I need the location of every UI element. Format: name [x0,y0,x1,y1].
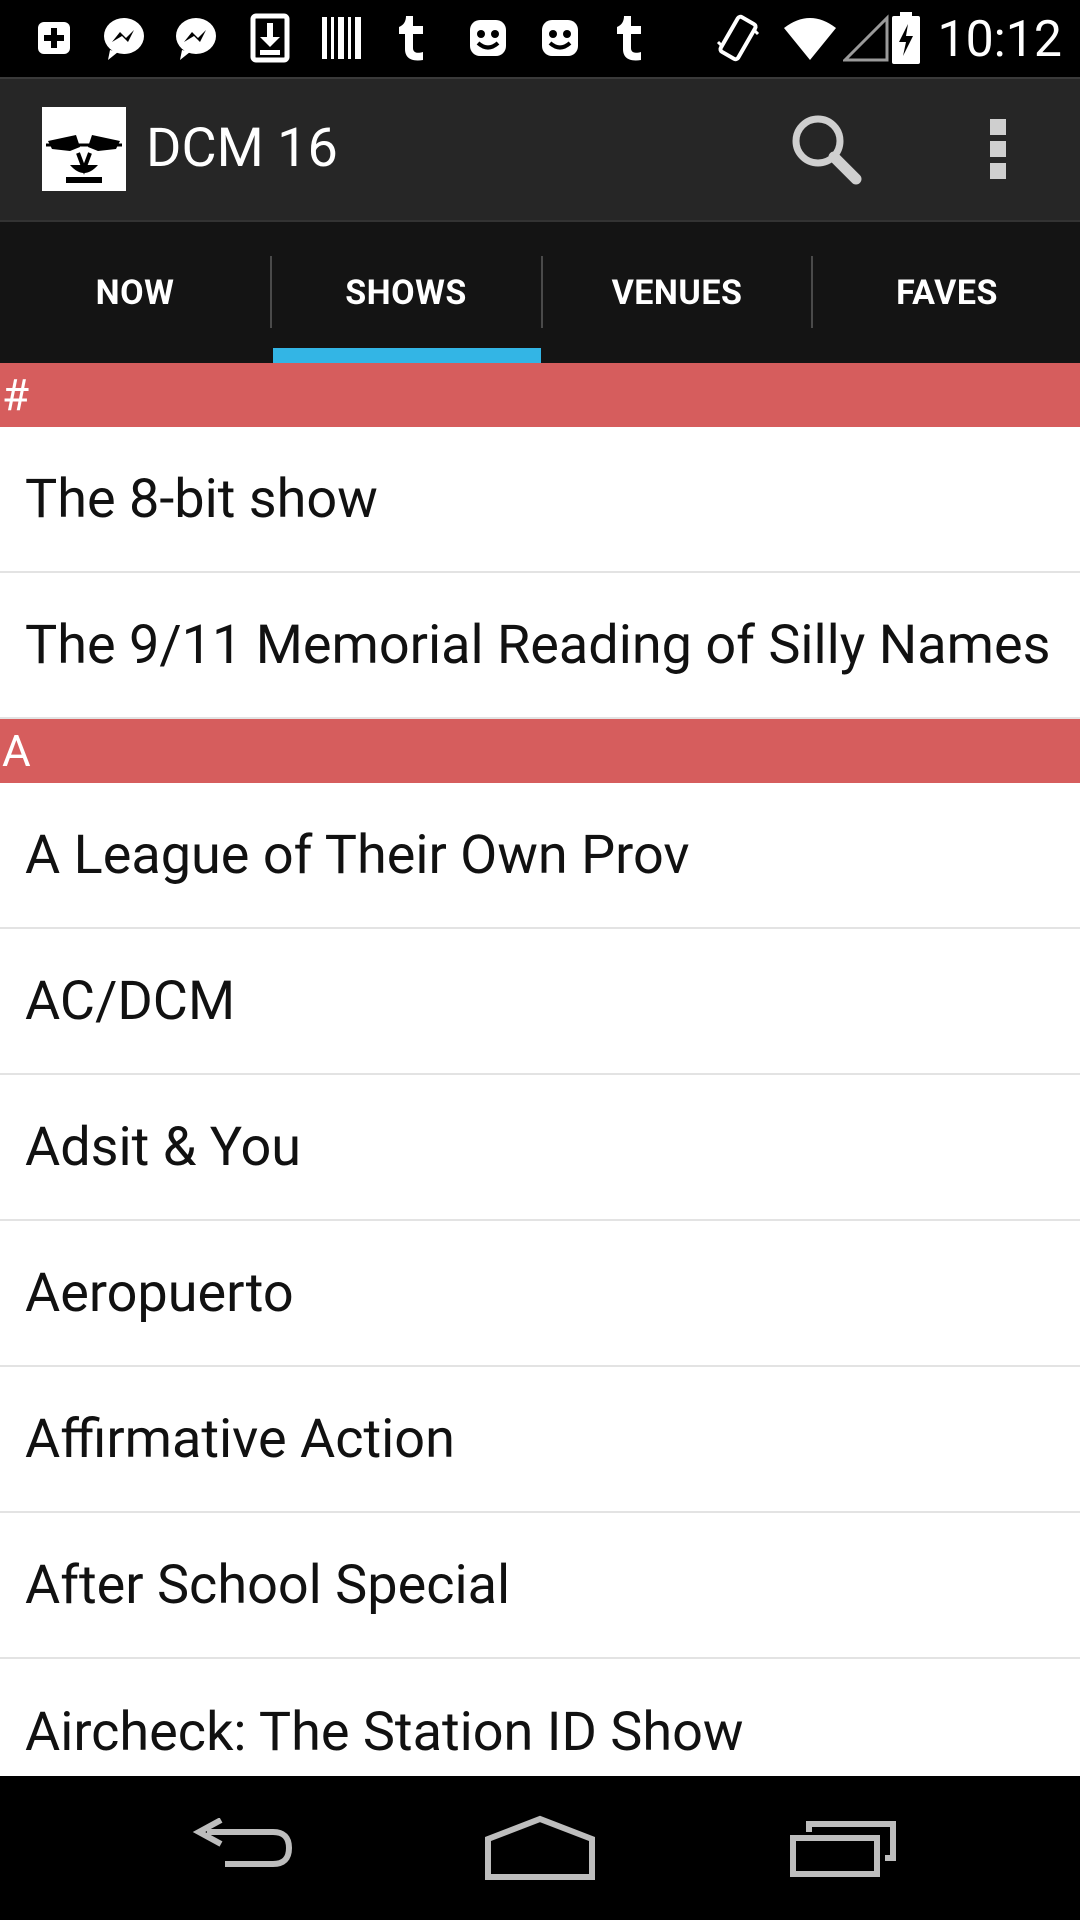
tab-venues[interactable]: VENUES [542,222,812,363]
list-item[interactable]: After School Special [0,1513,1080,1659]
search-button[interactable] [786,109,866,189]
tumblr-icon [390,10,434,66]
list-item[interactable]: A League of Their Own Prov [0,783,1080,929]
shows-list[interactable]: # The 8-bit show The 9/11 Memorial Readi… [0,363,1080,1776]
navigation-bar [0,1776,1080,1920]
home-icon [485,1815,595,1880]
list-item[interactable]: Aeropuerto [0,1221,1080,1367]
search-icon [792,115,862,185]
overflow-menu-icon [990,119,1006,135]
tab-shows[interactable]: SHOWS [271,222,541,363]
wifi-icon [780,10,840,66]
app-logo-icon[interactable] [42,107,126,191]
signal-icon [842,10,890,66]
status-time: 10:12 [937,11,1062,69]
tab-bar: NOW SHOWS VENUES FAVES [0,220,1080,365]
list-item[interactable]: The 9/11 Memorial Reading of Silly Names [0,573,1080,719]
list-item[interactable]: AC/DCM [0,929,1080,1075]
vibrate-icon [712,10,764,66]
download-icon [244,10,296,66]
tab-faves[interactable]: FAVES [812,222,1080,363]
battery-charging-icon [888,10,924,66]
back-icon [192,1818,293,1867]
list-item[interactable]: Adsit & You [0,1075,1080,1221]
section-header: A [0,719,1080,783]
tumblr-icon [608,10,652,66]
recents-icon [790,1821,896,1877]
app-icon [462,10,514,66]
list-item[interactable]: Affirmative Action [0,1367,1080,1513]
action-bar: DCM 16 [0,77,1080,220]
app-title: DCM 16 [146,117,338,180]
list-item[interactable]: Aircheck: The Station ID Show [0,1659,1080,1776]
app-icon [534,10,586,66]
section-header: # [0,363,1080,427]
tab-now[interactable]: NOW [0,222,270,363]
barcode-icon [316,10,368,66]
list-item[interactable]: The 8-bit show [0,427,1080,573]
status-bar: 10:12 [0,0,1080,77]
back-button[interactable] [170,1796,310,1900]
recents-button[interactable] [774,1796,914,1900]
overflow-menu-button[interactable] [970,109,1026,189]
messenger-icon [98,10,150,66]
messenger-icon [170,10,222,66]
home-button[interactable] [470,1796,610,1900]
add-icon [28,10,80,66]
